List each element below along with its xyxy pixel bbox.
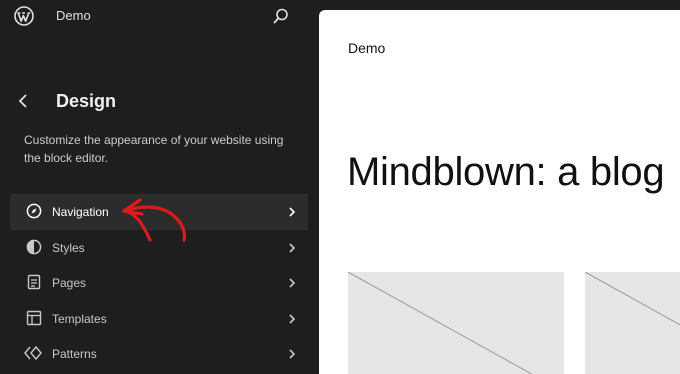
chevron-right-icon [289,278,296,288]
image-placeholder [348,272,564,374]
menu-item-label: Navigation [52,205,109,219]
sidebar-description: Customize the appearance of your website… [24,133,284,165]
preview-heading: Mindblown: a blog [347,150,665,194]
chevron-right-icon [289,242,296,253]
menu-item-pages[interactable]: Pages [10,265,308,301]
diamond-icon [24,345,42,361]
chevron-right-icon [289,313,296,324]
site-name[interactable]: Demo [56,8,91,23]
search-icon[interactable] [272,7,290,25]
menu-item-styles[interactable]: Styles [10,230,308,266]
menu-item-label: Patterns [52,347,97,361]
wordpress-logo-icon[interactable] [14,6,34,26]
menu-item-navigation[interactable]: Navigation [10,194,308,230]
site-editor: Demo Design Customize the appearance of … [0,0,680,374]
back-chevron-icon[interactable] [16,92,32,110]
page-icon [27,274,41,290]
design-menu: Navigation Styles Pages Templates Patter… [10,194,308,372]
site-preview-canvas[interactable]: Demo Mindblown: a blog [319,10,680,374]
menu-item-patterns[interactable]: Patterns [10,336,308,372]
preview-site-title: Demo [348,40,386,56]
chevron-right-icon [289,349,296,359]
half-circle-icon [26,239,42,254]
layout-icon [26,310,42,325]
compass-icon [26,203,42,219]
chevron-right-icon [289,207,296,217]
menu-item-label: Styles [52,240,85,255]
image-placeholder [585,272,680,374]
sidebar-title: Design [56,91,117,111]
menu-item-templates[interactable]: Templates [10,301,308,337]
menu-item-label: Templates [52,311,107,326]
sidebar: Demo Design Customize the appearance of … [0,0,319,374]
menu-item-label: Pages [52,276,87,290]
